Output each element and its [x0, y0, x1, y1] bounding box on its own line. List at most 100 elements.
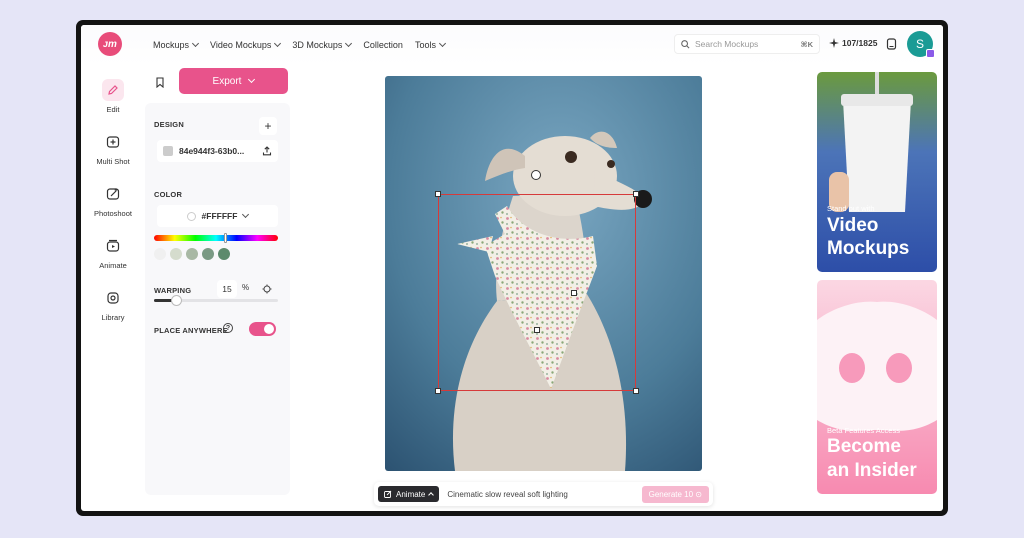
- credits-counter[interactable]: 107/1825: [829, 38, 877, 48]
- rail-label: Multi Shot: [96, 157, 130, 166]
- rail-item-multi-shot[interactable]: Multi Shot: [81, 131, 145, 166]
- animate-prompt-input[interactable]: [447, 489, 628, 499]
- animate-label: Animate: [396, 489, 426, 499]
- rail-label: Edit: [106, 105, 120, 114]
- place-anywhere-title: PLACE ANYWHERE: [154, 326, 228, 335]
- chevron-down-icon: [438, 39, 447, 48]
- color-swatch[interactable]: [218, 248, 230, 260]
- nav-label: Tools: [414, 40, 436, 50]
- device-frame: ᴊm Mockups Video Mockups 3D Mockups Coll…: [76, 20, 948, 516]
- crosshair-icon: [262, 284, 272, 294]
- avatar-initial: S: [915, 37, 924, 51]
- search-icon: [681, 39, 690, 48]
- design-file-name: 84e944f3-63b0...: [179, 146, 245, 156]
- ad-video-mockups[interactable]: Stand out with Video Mockups: [817, 72, 937, 272]
- design-file-row[interactable]: 84e944f3-63b0...: [157, 140, 278, 162]
- place-anywhere-toggle[interactable]: [249, 322, 276, 336]
- ad-video-line2: Mockups: [827, 238, 910, 259]
- nav-label: Video Mockups: [210, 40, 272, 50]
- nav-label: 3D Mockups: [292, 40, 343, 50]
- add-design-button[interactable]: +: [259, 117, 277, 135]
- warp-handle-right[interactable]: [571, 290, 577, 296]
- sparkle-icon: [829, 38, 839, 48]
- warping-reset-button[interactable]: [259, 281, 275, 297]
- animate-bar: Animate Generate 10 ⊙: [374, 482, 713, 506]
- chevron-down-icon: [248, 75, 256, 84]
- ad-insider-line2: an Insider: [827, 460, 917, 481]
- plan-badge: [926, 49, 935, 58]
- animate-icon: [102, 235, 124, 257]
- chevron-down-icon: [242, 210, 250, 219]
- rail-item-photoshoot[interactable]: Photoshoot: [81, 183, 145, 218]
- ad-video-line1: Video: [827, 215, 879, 236]
- animate-mode-button[interactable]: Animate: [378, 486, 440, 502]
- edit-box-icon: [384, 490, 392, 498]
- color-select[interactable]: #FFFFFF: [157, 205, 278, 227]
- color-section-title: COLOR: [154, 190, 183, 199]
- rail-item-library[interactable]: Library: [81, 287, 145, 322]
- rail-label: Animate: [99, 261, 127, 270]
- ad-insider-tagline: Beta Features Access: [827, 426, 900, 435]
- preset-swatches: [154, 248, 230, 260]
- warping-unit: %: [242, 283, 250, 292]
- rail-label: Photoshoot: [94, 209, 132, 218]
- nav-3d-mockups[interactable]: 3D Mockups: [292, 39, 353, 50]
- pencil-icon: [102, 79, 124, 101]
- chevron-up-icon: [428, 492, 435, 498]
- rail-label: Library: [101, 313, 125, 322]
- chevron-down-icon: [274, 39, 282, 48]
- generate-button[interactable]: Generate 10 ⊙: [641, 485, 709, 503]
- resize-handle-top-right[interactable]: [633, 191, 639, 197]
- hue-thumb[interactable]: [224, 233, 227, 243]
- credits-value: 107/1825: [842, 38, 878, 48]
- user-avatar[interactable]: S: [907, 31, 935, 58]
- design-thumbnail: [163, 146, 173, 156]
- library-icon: [102, 287, 124, 309]
- nav-collection[interactable]: Collection: [363, 40, 403, 50]
- warping-section-title: WARPING: [154, 286, 192, 295]
- toggle-knob: [264, 324, 274, 334]
- color-swatch-preview: [186, 211, 196, 221]
- rotate-icon[interactable]: [531, 170, 541, 180]
- rail-item-animate[interactable]: Animate: [81, 235, 145, 270]
- warping-value-input[interactable]: 15: [217, 280, 237, 298]
- color-value: #FFFFFF: [201, 211, 238, 221]
- nav-mockups[interactable]: Mockups: [153, 39, 200, 50]
- bookmark-button[interactable]: [149, 71, 171, 93]
- warp-handle-bottom[interactable]: [534, 327, 540, 333]
- photoshoot-icon: [102, 183, 124, 205]
- nav-tools[interactable]: Tools: [414, 39, 447, 50]
- color-swatch[interactable]: [154, 248, 166, 260]
- nav-label: Mockups: [153, 40, 190, 50]
- warping-slider[interactable]: [154, 295, 278, 306]
- nav-video-mockups[interactable]: Video Mockups: [210, 39, 282, 50]
- main-nav: Mockups Video Mockups 3D Mockups Collect…: [153, 25, 447, 65]
- ad-insider-line1: Become: [827, 436, 901, 457]
- bookmark-icon: [156, 76, 164, 88]
- export-button[interactable]: Export: [179, 68, 288, 94]
- upload-icon[interactable]: [262, 146, 272, 156]
- search-input[interactable]: [695, 39, 796, 49]
- help-icon[interactable]: ?: [223, 323, 233, 333]
- resize-handle-top-left[interactable]: [435, 191, 441, 197]
- phone-icon[interactable]: [886, 38, 897, 50]
- plus-icon: +: [264, 119, 272, 133]
- color-swatch[interactable]: [186, 248, 198, 260]
- resize-handle-bottom-right[interactable]: [633, 388, 639, 394]
- color-swatch[interactable]: [170, 248, 182, 260]
- rail-item-edit[interactable]: Edit: [81, 79, 145, 114]
- chevron-down-icon: [191, 39, 200, 48]
- app-logo[interactable]: ᴊm: [98, 32, 122, 56]
- hue-slider[interactable]: [154, 233, 278, 243]
- ad-video-tagline: Stand out with: [827, 204, 875, 213]
- resize-handle-bottom-left[interactable]: [435, 388, 441, 394]
- app-screen: ᴊm Mockups Video Mockups 3D Mockups Coll…: [81, 25, 943, 511]
- ad-become-insider[interactable]: Beta Features Access Become an Insider: [817, 280, 937, 494]
- color-swatch[interactable]: [202, 248, 214, 260]
- chevron-down-icon: [345, 39, 353, 48]
- design-section-title: DESIGN: [154, 120, 184, 129]
- design-bounding-box[interactable]: [438, 194, 636, 391]
- search-shortcut: ⌘K: [800, 39, 813, 49]
- export-label: Export: [212, 75, 242, 87]
- search-box: ⌘K: [674, 34, 820, 54]
